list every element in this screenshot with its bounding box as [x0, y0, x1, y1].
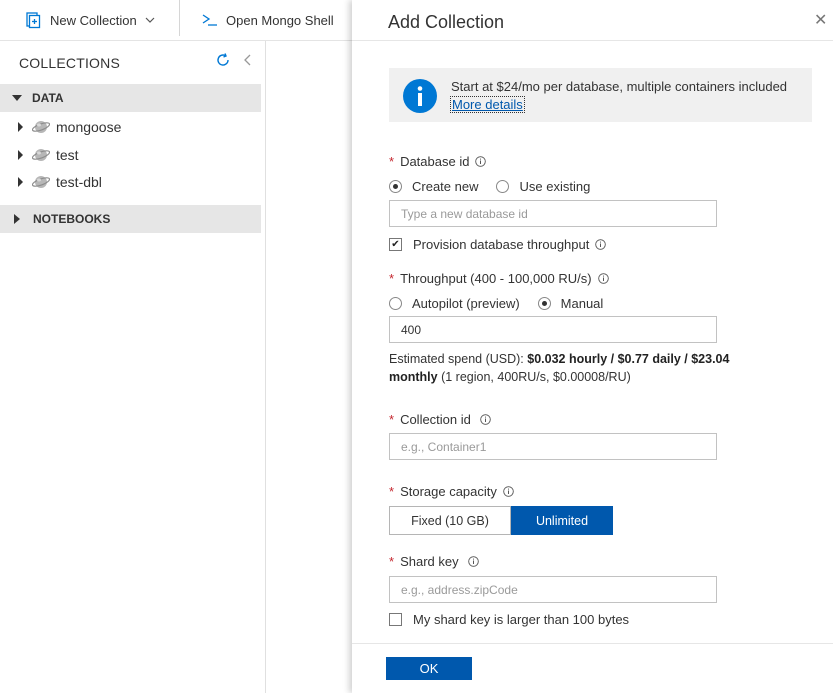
- use-existing-radio[interactable]: [496, 180, 510, 193]
- tree-item-label: mongoose: [56, 119, 122, 135]
- collections-title: COLLECTIONS: [19, 55, 120, 71]
- large-shard-key-label: My shard key is larger than 100 bytes: [413, 612, 630, 627]
- fixed-storage-button[interactable]: Fixed (10 GB): [389, 506, 511, 535]
- required-asterisk: *: [389, 412, 395, 427]
- throughput-label: * Throughput (400 - 100,000 RU/s): [389, 271, 609, 286]
- estimated-spend-text: Estimated spend (USD): $0.032 hourly / $…: [389, 350, 779, 386]
- manual-radio[interactable]: [537, 297, 551, 310]
- throughput-mode-options: Autopilot (preview) Manual: [389, 296, 603, 311]
- refresh-icon[interactable]: [215, 52, 231, 68]
- required-asterisk: *: [389, 554, 395, 569]
- dialog-footer-divider: [352, 643, 833, 644]
- section-data[interactable]: DATA: [0, 84, 261, 112]
- large-shard-key-checkbox[interactable]: [389, 613, 402, 626]
- collapsed-triangle-icon: [18, 150, 23, 160]
- required-asterisk: *: [389, 154, 395, 169]
- info-icon[interactable]: [480, 414, 491, 425]
- new-collection-button[interactable]: New Collection: [24, 0, 163, 40]
- large-shard-key-row: My shard key is larger than 100 bytes: [389, 612, 629, 627]
- autopilot-radio[interactable]: [389, 297, 402, 310]
- use-existing-label: Use existing: [519, 179, 591, 194]
- storage-capacity-toggle: Fixed (10 GB) Unlimited: [389, 506, 613, 535]
- dialog-header-divider: [352, 40, 833, 41]
- add-collection-panel: Add Collection ✕ Start at $24/mo per dat…: [352, 0, 833, 693]
- info-icon[interactable]: [475, 156, 487, 167]
- info-icon[interactable]: [503, 486, 514, 497]
- tree-item-test[interactable]: test: [0, 142, 79, 168]
- spend-details: (1 region, 400RU/s, $0.00008/RU): [437, 370, 631, 384]
- database-icon: [32, 149, 50, 161]
- throughput-input[interactable]: [389, 316, 717, 343]
- shard-key-label: * Shard key: [389, 554, 479, 569]
- shard-key-label-text: Shard key: [400, 554, 459, 569]
- more-details-link[interactable]: More details: [450, 96, 525, 113]
- collection-id-label: * Collection id: [389, 412, 491, 427]
- expanded-triangle-icon: [12, 95, 22, 101]
- provision-throughput-row: ✔ Provision database throughput: [389, 237, 607, 252]
- required-asterisk: *: [389, 484, 395, 499]
- chevron-down-icon[interactable]: [145, 15, 155, 25]
- collapse-panel-icon[interactable]: [241, 52, 255, 68]
- provision-throughput-label: Provision database throughput: [413, 237, 590, 252]
- database-id-label: * Database id: [389, 154, 487, 169]
- terminal-icon: [202, 14, 217, 26]
- storage-capacity-label-text: Storage capacity: [400, 484, 497, 499]
- new-collection-label: New Collection: [50, 12, 137, 28]
- info-icon[interactable]: [597, 273, 609, 284]
- panel-divider: [265, 41, 266, 693]
- database-icon: [32, 176, 50, 188]
- pricing-info-banner: Start at $24/mo per database, multiple c…: [389, 68, 812, 122]
- tree-item-label: test: [56, 147, 79, 163]
- shard-key-input[interactable]: [389, 576, 717, 603]
- info-icon[interactable]: [595, 239, 607, 250]
- open-mongo-shell-label: Open Mongo Shell: [226, 12, 334, 28]
- tree-item-mongoose[interactable]: mongoose: [0, 114, 121, 140]
- create-new-label: Create new: [412, 179, 479, 194]
- autopilot-label: Autopilot (preview): [412, 296, 520, 311]
- open-mongo-shell-button[interactable]: Open Mongo Shell: [202, 0, 334, 40]
- required-asterisk: *: [389, 271, 395, 286]
- tree-item-test-dbl[interactable]: test-dbl: [0, 169, 102, 195]
- collection-id-input[interactable]: [389, 433, 717, 460]
- tree-item-label: test-dbl: [56, 174, 102, 190]
- info-circle-icon: [403, 79, 437, 113]
- section-notebooks-label: NOTEBOOKS: [33, 212, 111, 226]
- storage-capacity-label: * Storage capacity: [389, 484, 514, 499]
- new-collection-icon: [26, 12, 41, 29]
- command-bar: New Collection Open Mongo Shell: [0, 0, 352, 41]
- database-icon: [32, 121, 50, 133]
- provision-throughput-checkbox[interactable]: ✔: [389, 238, 402, 251]
- throughput-label-text: Throughput (400 - 100,000 RU/s): [400, 271, 592, 286]
- collection-id-label-text: Collection id: [400, 412, 471, 427]
- database-id-label-text: Database id: [400, 154, 470, 169]
- close-icon[interactable]: ✕: [814, 10, 827, 30]
- collapsed-triangle-icon: [14, 214, 20, 224]
- pricing-info-text: Start at $24/mo per database, multiple c…: [451, 79, 788, 94]
- section-notebooks[interactable]: NOTEBOOKS: [0, 205, 261, 233]
- create-new-radio[interactable]: [389, 180, 402, 193]
- toolbar-separator: [179, 0, 180, 36]
- info-icon[interactable]: [467, 556, 479, 567]
- collapsed-triangle-icon: [18, 122, 23, 132]
- manual-label: Manual: [560, 296, 604, 311]
- collections-panel: COLLECTIONS DATA mongoose test test-dbl …: [0, 41, 265, 693]
- collapsed-triangle-icon: [18, 177, 23, 187]
- ok-button[interactable]: OK: [386, 657, 472, 680]
- database-id-input[interactable]: [389, 200, 717, 227]
- spend-prefix: Estimated spend (USD):: [389, 352, 528, 366]
- dialog-title: Add Collection: [388, 12, 505, 32]
- unlimited-storage-button[interactable]: Unlimited: [511, 506, 613, 535]
- database-id-options: Create new Use existing: [389, 179, 590, 194]
- section-data-label: DATA: [32, 91, 64, 105]
